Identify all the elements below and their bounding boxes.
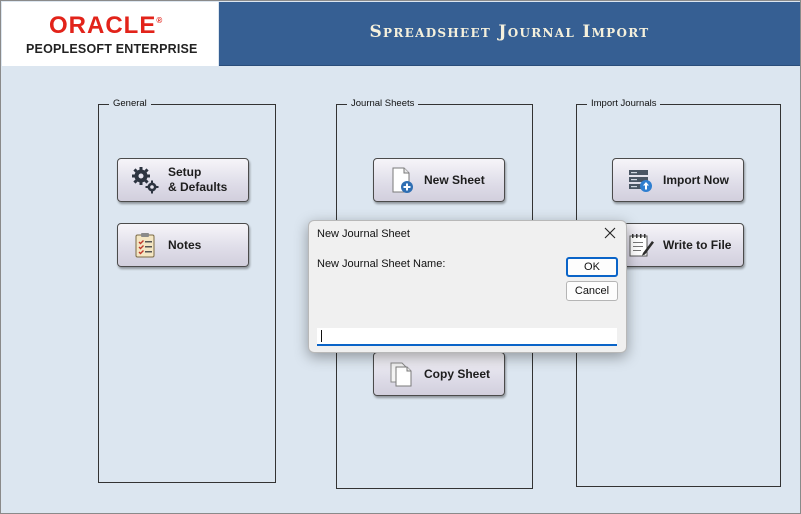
text-caret xyxy=(321,330,322,342)
import-journals-group-label: Import Journals xyxy=(587,98,661,109)
ok-button[interactable]: OK xyxy=(566,257,618,277)
copy-documents-icon xyxy=(390,362,412,387)
logo-panel: ORACLE® PEOPLESOFT ENTERPRISE xyxy=(2,2,218,66)
registered-mark: ® xyxy=(156,16,164,25)
write-to-file-label: Write to File xyxy=(663,237,732,252)
copy-sheet-button[interactable]: Copy Sheet xyxy=(373,352,505,396)
general-group-label: General xyxy=(109,98,151,109)
write-to-file-button[interactable]: Write to File xyxy=(612,223,744,267)
dialog-prompt: New Journal Sheet Name: xyxy=(317,258,446,270)
notepad-pen-icon xyxy=(629,234,654,257)
notes-label: Notes xyxy=(168,237,202,252)
dialog-title: New Journal Sheet xyxy=(317,228,410,240)
setup-defaults-button[interactable]: Setup & Defaults xyxy=(117,158,249,202)
app-window: ORACLE® PEOPLESOFT ENTERPRISE Spreadshee… xyxy=(0,0,801,514)
page-title: Spreadsheet Journal Import xyxy=(369,22,650,42)
import-now-button[interactable]: Import Now xyxy=(612,158,744,202)
cancel-button[interactable]: Cancel xyxy=(566,281,618,301)
title-bar: Spreadsheet Journal Import xyxy=(219,2,800,66)
new-sheet-label: New Sheet xyxy=(424,172,485,187)
sheet-name-input[interactable] xyxy=(317,328,617,346)
server-upload-icon xyxy=(629,170,652,192)
new-document-icon xyxy=(392,167,413,193)
notes-button[interactable]: Notes xyxy=(117,223,249,267)
oracle-logo: ORACLE® xyxy=(49,12,163,40)
clipboard-checklist-icon xyxy=(135,233,155,258)
journal-sheets-group-label: Journal Sheets xyxy=(347,98,419,109)
import-now-label: Import Now xyxy=(663,172,729,187)
new-sheet-button[interactable]: New Sheet xyxy=(373,158,505,202)
new-journal-sheet-dialog: New Journal Sheet New Journal Sheet Name… xyxy=(308,220,627,353)
peoplesoft-enterprise-label: PEOPLESOFT ENTERPRISE xyxy=(26,42,198,56)
close-icon[interactable] xyxy=(600,224,620,242)
setup-defaults-label: Setup & Defaults xyxy=(168,165,228,194)
oracle-wordmark: ORACLE xyxy=(49,12,157,39)
copy-sheet-label: Copy Sheet xyxy=(424,366,491,381)
gears-icon xyxy=(132,167,159,194)
